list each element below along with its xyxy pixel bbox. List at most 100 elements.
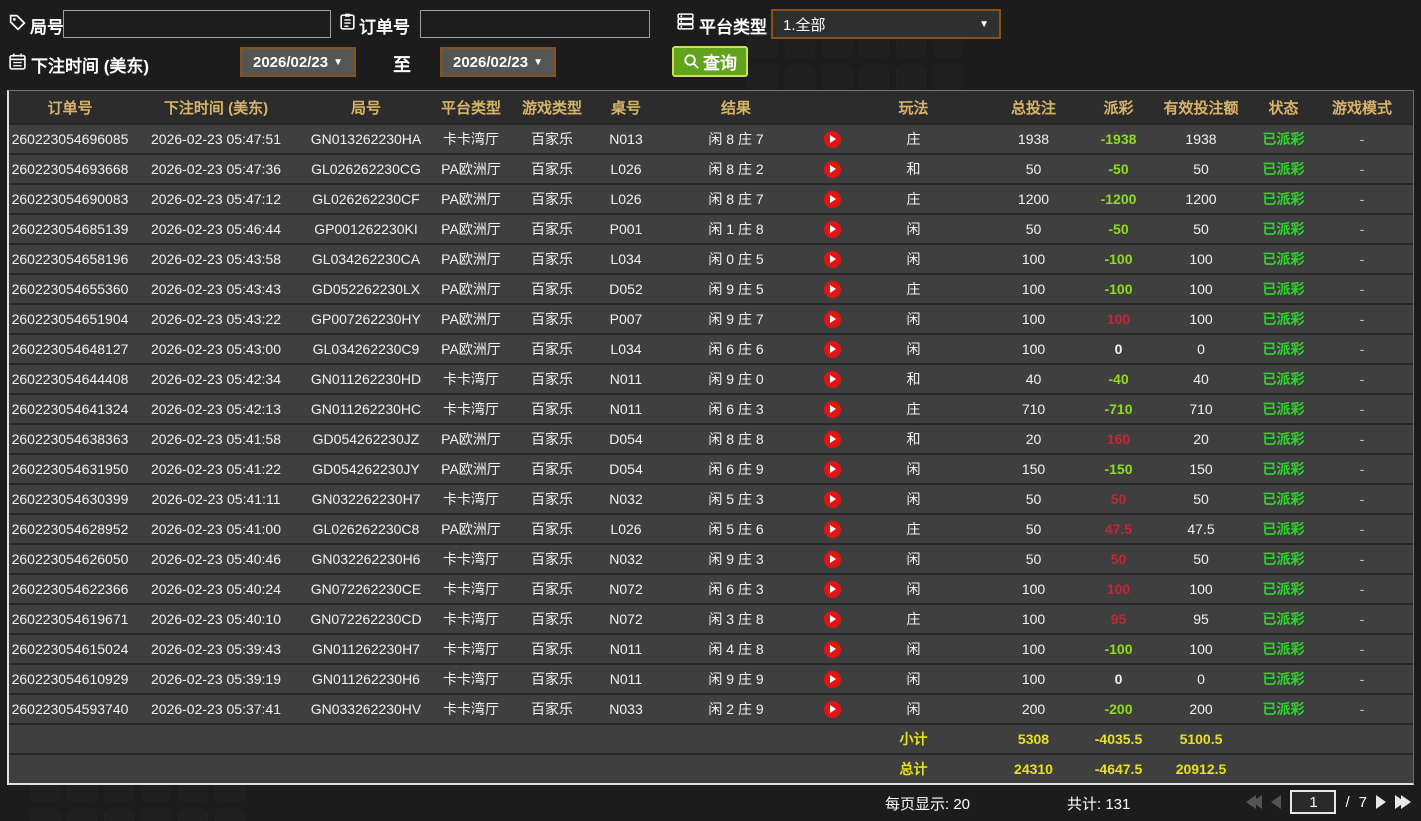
cell-game-mode: - xyxy=(1359,251,1365,267)
play-icon xyxy=(823,250,841,268)
header-platform: 平台类型 xyxy=(440,99,501,117)
video-replay-button[interactable] xyxy=(813,640,851,658)
cell-platform: 卡卡湾厅 xyxy=(443,581,499,597)
table-row: 260223054593740 2026-02-23 05:37:41 GN03… xyxy=(9,693,1413,723)
cell-payout: 95 xyxy=(1110,611,1127,627)
cell-result: 闲 9 庄 9 xyxy=(708,671,764,687)
cell-status: 已派彩 xyxy=(1262,671,1305,687)
cell-total-bet: 50 xyxy=(1025,521,1042,537)
cell-order-id: 260223054593740 xyxy=(11,701,129,717)
cell-result: 闲 3 庄 8 xyxy=(708,611,764,627)
video-replay-button[interactable] xyxy=(813,670,851,688)
date-from-picker[interactable]: 2026/02/23 ▼ xyxy=(240,47,356,77)
cell-game-no: GL034262230C9 xyxy=(312,341,420,357)
cell-platform: PA欧洲厅 xyxy=(441,251,501,267)
cell-game-no: GD052262230LX xyxy=(311,281,421,297)
cell-platform: 卡卡湾厅 xyxy=(443,641,499,657)
subtotal-total: 5308 xyxy=(1017,731,1050,747)
video-replay-button[interactable] xyxy=(813,130,851,148)
cell-valid-bet: 50 xyxy=(1193,161,1209,177)
cell-order-id: 260223054622366 xyxy=(11,581,129,597)
cell-game-type: 百家乐 xyxy=(531,671,573,687)
video-replay-button[interactable] xyxy=(813,610,851,628)
cell-game-no: GL026262230CF xyxy=(312,191,420,207)
video-replay-button[interactable] xyxy=(813,160,851,178)
cell-bet-type: 闲 xyxy=(906,641,921,657)
search-button[interactable]: 查询 xyxy=(672,46,748,77)
platform-type-select[interactable]: 1.全部 ▼ xyxy=(771,9,1001,39)
video-replay-button[interactable] xyxy=(813,370,851,388)
video-replay-button[interactable] xyxy=(813,190,851,208)
search-icon xyxy=(683,53,700,70)
cell-payout: -100 xyxy=(1104,641,1133,657)
cell-valid-bet: 100 xyxy=(1189,251,1213,267)
video-replay-button[interactable] xyxy=(813,700,851,718)
video-replay-button[interactable] xyxy=(813,460,851,478)
cell-status: 已派彩 xyxy=(1262,341,1305,357)
next-page-button[interactable] xyxy=(1376,795,1386,809)
cell-order-id: 260223054631950 xyxy=(11,461,129,477)
cell-order-id: 260223054628952 xyxy=(11,521,129,537)
video-replay-button[interactable] xyxy=(813,250,851,268)
cell-game-no: GN011262230HC xyxy=(310,401,422,417)
cell-order-id: 260223054696085 xyxy=(11,131,129,147)
video-replay-button[interactable] xyxy=(813,280,851,298)
play-icon xyxy=(823,520,841,538)
cell-total-bet: 50 xyxy=(1025,221,1042,237)
search-button-label: 查询 xyxy=(703,54,737,73)
cell-game-type: 百家乐 xyxy=(531,281,573,297)
cell-status: 已派彩 xyxy=(1262,131,1305,147)
cell-table-no: D054 xyxy=(609,431,643,447)
play-icon xyxy=(823,280,841,298)
grand-total-payout: -4647.5 xyxy=(1094,761,1143,777)
video-replay-button[interactable] xyxy=(813,520,851,538)
cell-bet-time: 2026-02-23 05:43:58 xyxy=(151,251,281,267)
previous-page-button[interactable] xyxy=(1271,795,1282,809)
cell-status: 已派彩 xyxy=(1262,251,1305,267)
table-row: 260223054644408 2026-02-23 05:42:34 GN01… xyxy=(9,363,1413,393)
cell-platform: 卡卡湾厅 xyxy=(443,491,499,507)
table-row: 260223054696085 2026-02-23 05:47:51 GN01… xyxy=(9,123,1413,153)
calendar-icon xyxy=(8,52,27,71)
table-row: 260223054638363 2026-02-23 05:41:58 GD05… xyxy=(9,423,1413,453)
play-icon xyxy=(823,460,841,478)
first-page-button[interactable] xyxy=(1246,795,1263,809)
cell-result: 闲 8 庄 8 xyxy=(708,431,764,447)
order-no-input[interactable] xyxy=(420,10,650,38)
subtotal-row: 小计 5308 -4035.5 5100.5 xyxy=(9,723,1413,753)
total-count-value: 131 xyxy=(1105,796,1131,813)
video-replay-button[interactable] xyxy=(813,310,851,328)
video-replay-button[interactable] xyxy=(813,400,851,418)
cell-total-bet: 50 xyxy=(1025,161,1042,177)
cell-platform: 卡卡湾厅 xyxy=(443,611,499,627)
video-replay-button[interactable] xyxy=(813,550,851,568)
cell-total-bet: 1200 xyxy=(1017,191,1050,207)
video-replay-button[interactable] xyxy=(813,340,851,358)
platform-icon xyxy=(676,12,695,31)
table-row: 260223054630399 2026-02-23 05:41:11 GN03… xyxy=(9,483,1413,513)
cell-table-no: L026 xyxy=(610,161,642,177)
cell-payout: 47.5 xyxy=(1104,521,1133,537)
video-replay-button[interactable] xyxy=(813,220,851,238)
last-page-button[interactable] xyxy=(1395,795,1411,809)
cell-total-bet: 50 xyxy=(1025,491,1042,507)
cell-bet-time: 2026-02-23 05:40:10 xyxy=(151,611,281,627)
cell-result: 闲 6 庄 6 xyxy=(708,341,764,357)
date-to-picker[interactable]: 2026/02/23 ▼ xyxy=(440,47,556,77)
cell-bet-time: 2026-02-23 05:41:11 xyxy=(151,491,281,507)
table-header-row: 订单号 下注时间 (美东) 局号 平台类型 游戏类型 桌号 结果 玩法 总投注 … xyxy=(9,91,1413,123)
cell-bet-time: 2026-02-23 05:41:00 xyxy=(151,521,281,537)
video-replay-button[interactable] xyxy=(813,430,851,448)
grand-total-row: 总计 24310 -4647.5 20912.5 xyxy=(9,753,1413,783)
cell-total-bet: 200 xyxy=(1021,701,1046,717)
cell-game-no: GP001262230KI xyxy=(314,221,418,237)
cell-game-no: GN011262230H7 xyxy=(312,641,420,657)
cell-status: 已派彩 xyxy=(1262,521,1305,537)
page-number-input[interactable] xyxy=(1290,790,1337,814)
video-replay-button[interactable] xyxy=(813,580,851,598)
video-replay-button[interactable] xyxy=(813,490,851,508)
cell-game-type: 百家乐 xyxy=(531,701,573,717)
cell-status: 已派彩 xyxy=(1262,701,1305,717)
play-icon xyxy=(823,670,841,688)
game-no-input[interactable] xyxy=(63,10,331,38)
